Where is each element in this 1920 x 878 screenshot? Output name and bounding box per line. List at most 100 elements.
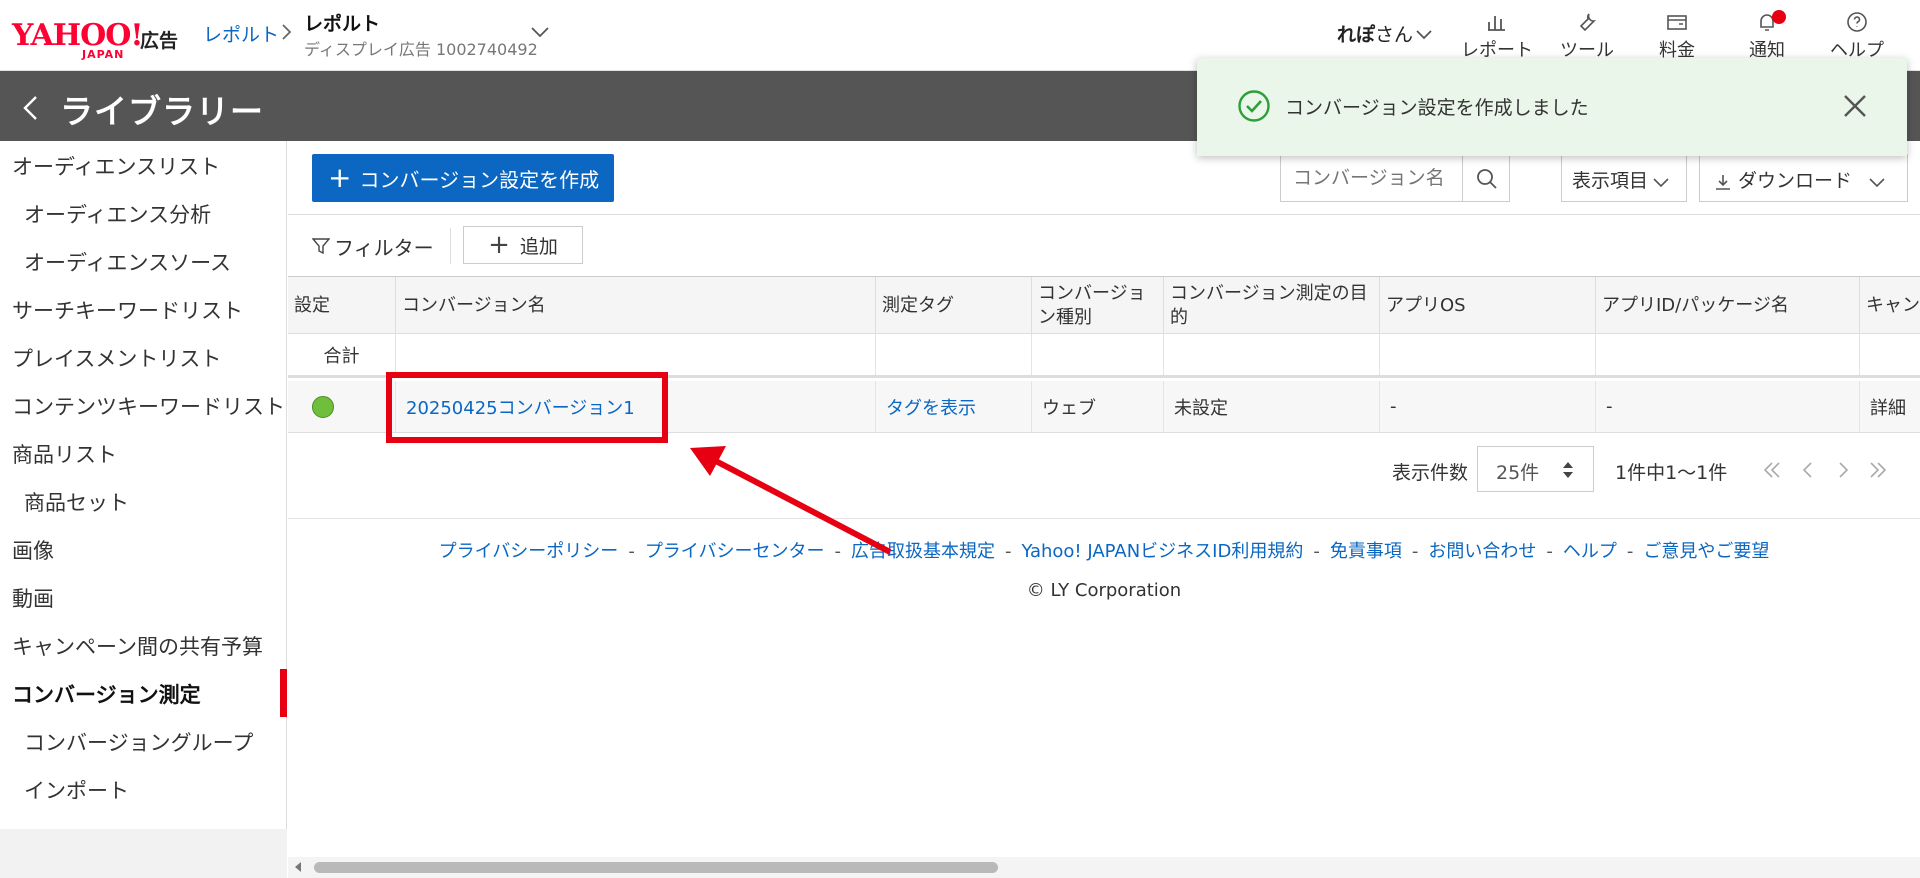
- total-cell: [876, 334, 1032, 375]
- sidebar-item-audience-list[interactable]: オーディエンスリスト: [0, 141, 287, 189]
- sidebar-item-content-keyword-list[interactable]: コンテンツキーワードリスト: [0, 381, 287, 429]
- sidebar-bottom-fill: [0, 829, 287, 878]
- check-circle-icon: [1238, 90, 1270, 122]
- page-size-select[interactable]: 25件: [1477, 446, 1594, 492]
- sidebar-item-videos[interactable]: 動画: [0, 573, 287, 621]
- main-content: + コンバージョン設定を作成 表示項目 ダウンロード フィルター + 追加 設定…: [288, 141, 1920, 878]
- breadcrumb-current: レポルト: [304, 13, 381, 35]
- sidebar-item-conversion-group[interactable]: コンバージョングループ: [0, 717, 287, 765]
- scroll-left-icon[interactable]: [292, 861, 304, 873]
- footer-link-privacy-policy[interactable]: プライバシーポリシー: [439, 541, 619, 562]
- annotation-highlight-box: [386, 372, 668, 443]
- sidebar-item-product-list[interactable]: 商品リスト: [0, 429, 287, 477]
- user-menu[interactable]: れぽさん: [1337, 20, 1413, 47]
- sidebar-item-conversion-measurement[interactable]: コンバージョン測定: [0, 669, 287, 717]
- toolbar-divider: [288, 214, 1920, 215]
- footer-links: プライバシーポリシー - プライバシーセンター - 広告取扱基本規定 - Yahoo! JA…: [438, 541, 1770, 562]
- chevron-down-icon: [1653, 177, 1669, 187]
- column-header-conversion-name[interactable]: コンバージョン名: [396, 277, 876, 335]
- bar-chart-icon: [1488, 16, 1505, 31]
- page-range-text: 1件中1～1件: [1615, 462, 1728, 484]
- add-filter-button[interactable]: + 追加: [463, 226, 583, 264]
- last-page-icon[interactable]: [1866, 458, 1890, 482]
- app-os-cell: -: [1380, 381, 1596, 432]
- prev-page-icon[interactable]: [1796, 458, 1820, 482]
- logo-ad: 広告: [140, 30, 179, 52]
- show-tag-link[interactable]: タグを表示: [886, 394, 976, 420]
- filter-button[interactable]: フィルター: [312, 228, 434, 264]
- next-page-icon[interactable]: [1831, 458, 1855, 482]
- sidebar-item-search-keyword-list[interactable]: サーチキーワードリスト: [0, 285, 287, 333]
- page-size-value: 25件: [1496, 462, 1540, 484]
- footer-link-disclaimer[interactable]: 免責事項: [1330, 541, 1402, 562]
- sidebar-item-placement-list[interactable]: プレイスメントリスト: [0, 333, 287, 381]
- nav-tools[interactable]: ツール: [1542, 10, 1632, 62]
- nav-billing[interactable]: 料金: [1632, 10, 1722, 62]
- sidebar-item-audience-source[interactable]: オーディエンスソース: [0, 237, 287, 285]
- yahoo-ads-logo[interactable]: YAHOO! JAPAN 広告: [12, 18, 182, 61]
- nav-notifications[interactable]: 通知: [1722, 10, 1812, 62]
- total-cell: [1032, 334, 1164, 375]
- setting-cell[interactable]: [288, 381, 396, 432]
- download-icon: [1716, 174, 1730, 190]
- account-switch-chevron-icon[interactable]: [528, 20, 552, 44]
- conversion-name-search-input[interactable]: [1280, 154, 1462, 202]
- sidebar-item-audience-analysis[interactable]: オーディエンス分析: [0, 189, 287, 237]
- copyright: © LY Corporation: [1026, 580, 1182, 601]
- search-button[interactable]: [1462, 154, 1510, 202]
- column-header-conversion-purpose[interactable]: コンバージョン測定の目的: [1164, 277, 1380, 335]
- conversion-purpose-cell: 未設定: [1164, 381, 1380, 432]
- success-toast: コンバージョン設定を作成しました: [1197, 58, 1907, 156]
- chevron-down-icon: [1869, 177, 1885, 187]
- footer-link-business-id-terms[interactable]: Yahoo! JAPANビジネスID利用規約: [1021, 541, 1303, 562]
- sidebar-item-import[interactable]: インポート: [0, 765, 287, 813]
- column-header-conversion-type[interactable]: コンバージョン種別: [1032, 277, 1164, 335]
- status-active-icon[interactable]: [312, 395, 334, 418]
- sidebar-item-images[interactable]: 画像: [0, 525, 287, 573]
- measurement-tag-cell: タグを表示: [876, 381, 1032, 432]
- footer-link-help[interactable]: ヘルプ: [1563, 541, 1617, 562]
- plus-icon: +: [488, 230, 510, 260]
- create-conversion-button[interactable]: + コンバージョン設定を作成: [312, 154, 614, 202]
- user-chevron-down-icon[interactable]: [1414, 24, 1434, 44]
- footer-link-contact[interactable]: お問い合わせ: [1428, 541, 1536, 562]
- total-cell: [1380, 334, 1596, 375]
- scrollbar-thumb[interactable]: [314, 862, 998, 873]
- horizontal-scrollbar[interactable]: [288, 857, 1920, 878]
- filter-label: フィルター: [334, 235, 434, 260]
- footer-divider: [288, 518, 1920, 519]
- plus-icon: +: [328, 161, 352, 194]
- total-label: 合計: [288, 334, 396, 375]
- nav-report[interactable]: レポート: [1452, 10, 1542, 62]
- close-icon[interactable]: [1837, 88, 1873, 124]
- sidebar-item-product-set[interactable]: 商品セット: [0, 477, 287, 525]
- user-name: れぽ: [1337, 24, 1376, 46]
- column-header-app-id[interactable]: アプリID/パッケージ名: [1596, 277, 1860, 335]
- display-columns-button[interactable]: 表示項目: [1561, 154, 1687, 202]
- add-filter-label: 追加: [519, 235, 558, 258]
- campaign-detail-cell[interactable]: 詳細: [1860, 381, 1920, 432]
- breadcrumb-account-link[interactable]: レポルト: [203, 20, 279, 47]
- page-size-label: 表示件数: [1392, 462, 1469, 484]
- display-columns-label: 表示項目: [1572, 170, 1649, 192]
- download-button[interactable]: ダウンロード: [1699, 154, 1908, 202]
- sidebar-item-shared-budget[interactable]: キャンペーン間の共有予算: [0, 621, 287, 669]
- nav-help[interactable]: ヘルプ: [1812, 10, 1902, 62]
- column-header-app-os[interactable]: アプリOS: [1380, 277, 1596, 335]
- user-suffix: さん: [1375, 24, 1414, 46]
- wrench-icon: [1579, 13, 1597, 32]
- back-arrow-icon[interactable]: [18, 93, 42, 123]
- footer-link-feedback[interactable]: ご意見やご要望: [1643, 541, 1769, 562]
- logo-sub: JAPAN: [82, 48, 125, 61]
- column-header-setting[interactable]: 設定: [288, 277, 396, 335]
- chevron-right-icon: [282, 24, 292, 40]
- app-window: YAHOO! JAPAN 広告 レポルト レポルト ディスプレイ広告 10027…: [0, 0, 1920, 878]
- column-header-measurement-tag[interactable]: 測定タグ: [876, 277, 1032, 335]
- library-sidebar: オーディエンスリスト オーディエンス分析 オーディエンスソース サーチキーワード…: [0, 141, 287, 878]
- first-page-icon[interactable]: [1760, 458, 1784, 482]
- notification-badge: [1772, 10, 1786, 24]
- wallet-icon: [1667, 15, 1687, 30]
- total-cell: [1164, 334, 1380, 375]
- total-cell: [1596, 334, 1860, 375]
- column-header-campaign[interactable]: キャン: [1860, 277, 1920, 335]
